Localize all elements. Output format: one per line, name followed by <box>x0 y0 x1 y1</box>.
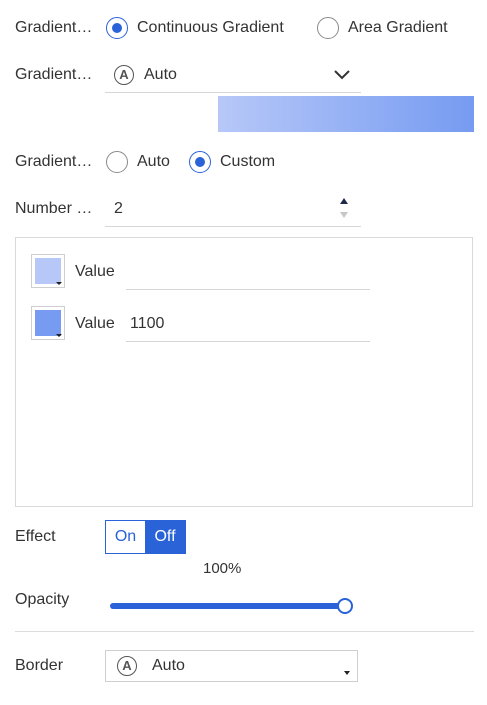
effect-label: Effect <box>15 528 56 545</box>
range-auto-label[interactable]: Auto <box>137 152 170 172</box>
auto-icon: A <box>117 656 137 676</box>
area-gradient-radio[interactable] <box>317 17 339 39</box>
gradient-type-label: Gradient… <box>15 19 93 36</box>
gradient-preview <box>218 96 474 132</box>
number-stepper[interactable]: 2 <box>105 194 361 226</box>
gradient-stops-panel: Value Value 1100 <box>15 237 473 507</box>
opacity-slider-track[interactable] <box>110 603 345 609</box>
divider <box>15 631 474 632</box>
number-value: 2 <box>114 200 123 217</box>
stepper-up-icon[interactable] <box>339 197 349 205</box>
opacity-slider-thumb[interactable] <box>337 598 353 614</box>
number-label: Number … <box>15 200 93 217</box>
stop-2-label: Value <box>75 315 115 332</box>
border-value: Auto <box>152 657 185 674</box>
area-gradient-label[interactable]: Area Gradient <box>348 18 448 38</box>
range-custom-radio[interactable] <box>189 151 211 173</box>
chevron-down-icon <box>334 70 350 80</box>
opacity-slider-fill <box>110 603 345 609</box>
stop-2-color-swatch[interactable] <box>31 306 65 340</box>
gradient-range-label: Gradient… <box>15 153 93 170</box>
dropdown-arrow-icon <box>344 671 350 675</box>
range-auto-radio[interactable] <box>106 151 128 173</box>
border-select[interactable]: A Auto <box>105 650 358 682</box>
stop-1-label: Value <box>75 263 115 280</box>
gradient-color-label: Gradient… <box>15 66 93 83</box>
stepper-down-icon[interactable] <box>339 211 349 219</box>
border-label: Border <box>15 657 64 674</box>
range-custom-label[interactable]: Custom <box>220 152 275 172</box>
gradient-color-value: Auto <box>144 66 177 83</box>
continuous-gradient-radio[interactable] <box>106 17 128 39</box>
auto-icon: A <box>114 65 134 85</box>
opacity-value: 100% <box>203 560 242 577</box>
gradient-color-select[interactable]: A Auto <box>105 60 361 92</box>
effect-toggle[interactable]: On Off <box>105 520 186 554</box>
stop-2-value-input[interactable]: 1100 <box>130 314 370 334</box>
continuous-gradient-label[interactable]: Continuous Gradient <box>137 18 284 38</box>
effect-off-button[interactable]: Off <box>145 521 185 553</box>
effect-on-button[interactable]: On <box>106 521 145 553</box>
stop-1-value-input[interactable] <box>130 262 370 282</box>
stop-1-color-swatch[interactable] <box>31 254 65 288</box>
opacity-label: Opacity <box>15 591 70 608</box>
